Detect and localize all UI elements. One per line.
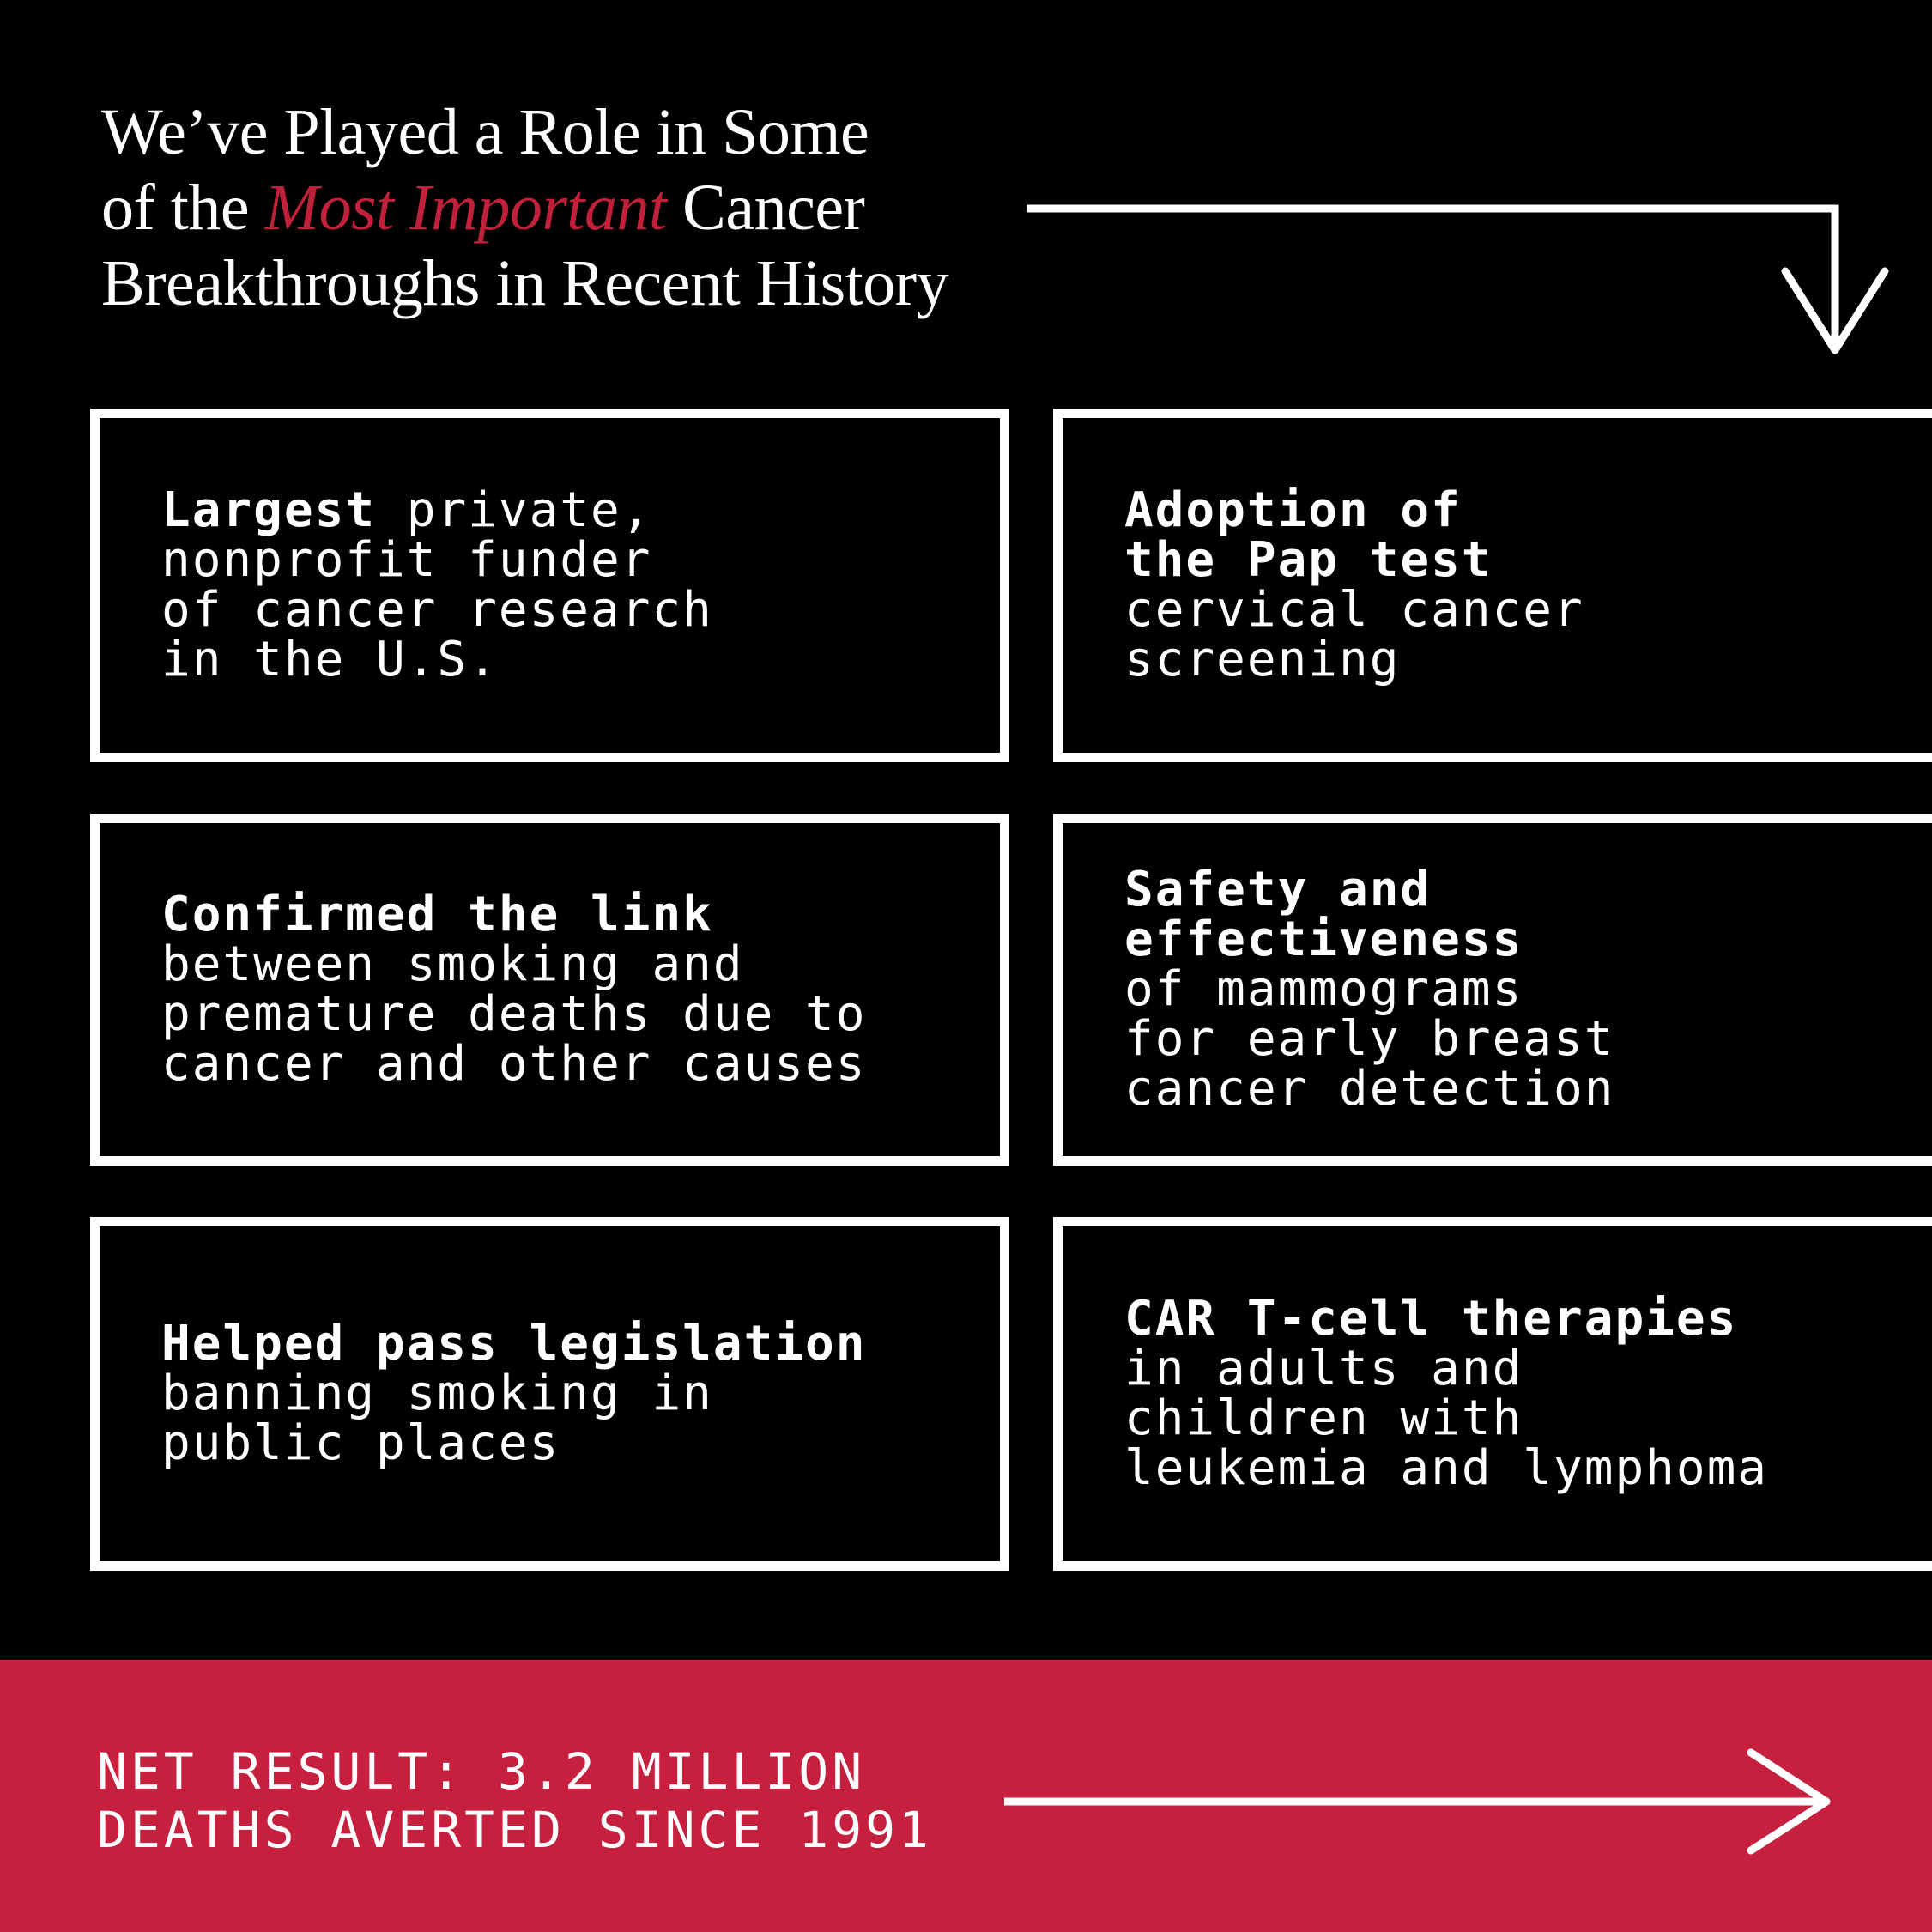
result-line-1: NET RESULT: 3.2 MILLION	[97, 1742, 866, 1801]
page-heading: We’ve Played a Role in Some of the Most …	[101, 94, 949, 321]
card-title: the Pap test	[1124, 532, 1493, 588]
card-text: of mammograms	[1124, 961, 1523, 1017]
card-text: public places	[161, 1415, 560, 1471]
card-title: Confirmed the link	[161, 887, 713, 942]
card-title: CAR T-cell therapies	[1124, 1291, 1738, 1347]
card-mammograms: Safety and effectiveness of mammograms f…	[1053, 814, 1932, 1166]
card-text: private,	[376, 482, 652, 538]
card-text: nonprofit funder	[161, 532, 652, 588]
card-title: effectiveness	[1124, 911, 1523, 967]
card-title: Largest	[161, 482, 377, 538]
card-title: Safety and	[1124, 862, 1432, 918]
card-largest-funder: Largest private, nonprofit funder of can…	[90, 409, 1009, 762]
heading-line-2: of the Most Important Cancer	[101, 170, 948, 245]
card-smoking-link: Confirmed the link between smoking and p…	[90, 814, 1009, 1166]
card-text: in adults and	[1124, 1341, 1523, 1396]
card-text: cervical cancer	[1124, 582, 1584, 638]
card-text: children with	[1124, 1390, 1523, 1446]
card-text: leukemia and lymphoma	[1124, 1440, 1769, 1496]
card-title: Helped pass legislation	[161, 1316, 867, 1372]
heading-line-3: Breakthroughs in Recent History	[101, 247, 949, 319]
card-title: Adoption of	[1124, 482, 1462, 538]
card-text: between smoking and	[161, 936, 744, 992]
heading-line-1: We’ve Played a Role in Some	[101, 96, 869, 168]
result-line-2: DEATHS AVERTED SINCE 1991	[97, 1801, 932, 1859]
card-text: of cancer research	[161, 582, 713, 638]
card-text: for early breast	[1124, 1011, 1615, 1067]
card-text: screening	[1124, 632, 1401, 687]
card-car-t-cell: CAR T-cell therapies in adults and child…	[1053, 1217, 1932, 1571]
card-text: banning smoking in	[161, 1366, 713, 1421]
card-text: premature deaths due to	[161, 986, 867, 1042]
card-text: in the U.S.	[161, 632, 499, 687]
heading-line-2-end: Cancer	[666, 172, 865, 244]
heading-line-2-start: of the	[101, 172, 265, 244]
result-text: NET RESULT: 3.2 MILLION DEATHS AVERTED SI…	[97, 1742, 932, 1859]
card-text: cancer detection	[1124, 1061, 1615, 1117]
card-pap-test: Adoption of the Pap test cervical cancer…	[1053, 409, 1932, 762]
card-text: cancer and other causes	[161, 1036, 867, 1092]
card-legislation: Helped pass legislation banning smoking …	[90, 1217, 1009, 1571]
heading-accent: Most Important	[264, 172, 668, 244]
